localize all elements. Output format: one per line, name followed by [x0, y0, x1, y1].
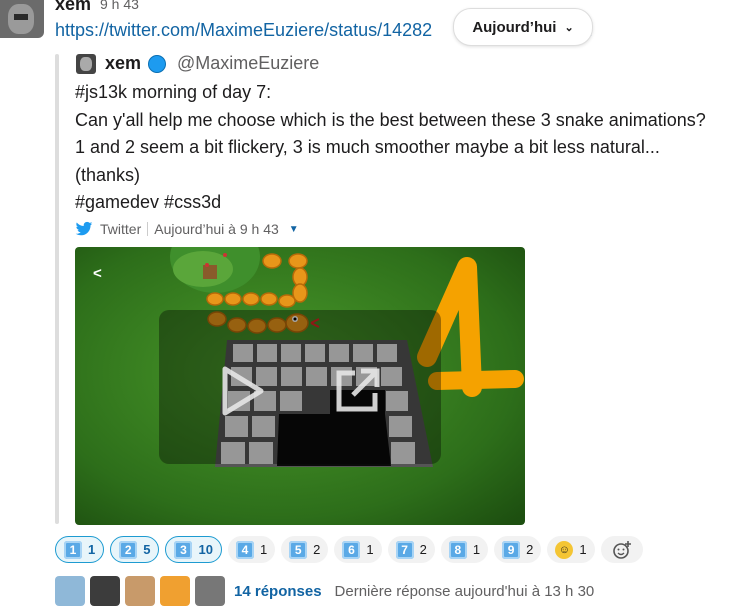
participant-avatar — [195, 576, 225, 606]
keycap-five-icon: 5 — [289, 540, 308, 559]
tweet-line: (thanks) — [75, 164, 141, 185]
reaction-count: 5 — [143, 542, 151, 557]
reaction-count: 2 — [526, 542, 534, 557]
tweet-line: #js13k morning of day 7: — [75, 82, 272, 102]
reaction-three[interactable]: 3 10 — [165, 536, 222, 563]
thread-summary[interactable]: 14 réponses Dernière réponse aujourd'hui… — [55, 576, 594, 606]
keycap-four-icon: 4 — [235, 540, 254, 559]
participant-avatar — [90, 576, 120, 606]
keycap-one-icon: 1 — [64, 540, 82, 559]
reaction-count: 1 — [472, 542, 481, 557]
caret-down-icon[interactable]: ▼ — [289, 224, 299, 235]
reaction-count: 2 — [313, 542, 321, 557]
keycap-nine-icon: 9 — [502, 540, 521, 559]
date-divider-button[interactable]: Aujourd’hui ⌄ — [453, 8, 593, 46]
source-divider — [147, 222, 149, 236]
tweet-author-avatar — [76, 54, 96, 74]
keycap-two-icon: 2 — [119, 540, 138, 559]
twitter-bird-icon — [75, 221, 93, 236]
keycap-six-icon: 6 — [342, 540, 361, 559]
message-time[interactable]: 9 h 43 — [100, 0, 139, 12]
reaction-six[interactable]: 61 — [334, 536, 382, 563]
tweet-line: #gamedev #css3d — [75, 192, 222, 212]
author-avatar[interactable] — [0, 0, 44, 38]
keycap-eight-icon: 8 — [448, 540, 467, 559]
video-frame — [75, 247, 525, 525]
add-reaction-button[interactable] — [600, 536, 643, 563]
reaction-count: 1 — [259, 542, 268, 557]
thread-replies-link[interactable]: 14 réponses — [234, 583, 322, 600]
tweet-line: Can y'all help me choose which is the be… — [75, 109, 706, 130]
video-preview[interactable]: < — [75, 247, 525, 525]
reaction-nine[interactable]: 92 — [494, 536, 542, 563]
rofl-icon: ☺ — [555, 540, 574, 559]
tweet-text: #js13k morning of day 7: Can y'all help … — [75, 79, 706, 217]
participant-avatar — [125, 576, 155, 606]
date-label: Aujourd’hui — [472, 18, 557, 36]
external-link-icon[interactable] — [333, 365, 383, 415]
tweet-timestamp[interactable]: Aujourd’hui à 9 h 43 — [154, 221, 279, 237]
play-icon[interactable] — [219, 365, 267, 417]
reaction-five[interactable]: 52 — [281, 536, 329, 563]
reaction-one[interactable]: 11 — [55, 536, 105, 563]
reaction-count: 1 — [366, 542, 374, 557]
tweet-line: 1 and 2 seem a bit flickery, 3 is much s… — [75, 137, 660, 157]
reaction-count: 10 — [198, 542, 213, 557]
participant-avatar — [160, 576, 190, 606]
back-icon[interactable]: < — [93, 265, 102, 282]
verified-badge-icon — [148, 55, 166, 73]
reaction-two[interactable]: 25 — [110, 536, 160, 563]
source-name[interactable]: Twitter — [100, 221, 141, 237]
add-emoji-icon — [612, 540, 631, 559]
reaction-count: 1 — [88, 542, 96, 557]
reaction-count: 2 — [419, 542, 427, 557]
keycap-three-icon: 3 — [174, 540, 193, 559]
reactions-bar: 11 25 3 10 41 52 61 72 81 92 ☺ 1 — [55, 536, 643, 563]
reaction-four[interactable]: 41 — [227, 536, 276, 563]
thread-last-reply: Dernière réponse aujourd'hui à 13 h 30 — [334, 582, 595, 600]
reaction-seven[interactable]: 72 — [387, 536, 435, 563]
chevron-down-icon: ⌄ — [564, 21, 574, 34]
author-name[interactable]: xem — [55, 0, 91, 15]
reaction-eight[interactable]: 81 — [440, 536, 489, 563]
tweet-author-name[interactable]: xem — [105, 53, 141, 74]
reaction-count: 1 — [579, 542, 587, 557]
participant-avatar — [55, 576, 85, 606]
reaction-rofl[interactable]: ☺ 1 — [547, 536, 595, 563]
tweet-source: Twitter Aujourd’hui à 9 h 43 ▼ — [75, 220, 299, 238]
keycap-seven-icon: 7 — [395, 540, 414, 559]
attachment-bar — [55, 54, 59, 524]
tweet-author-handle[interactable]: @MaximeEuziere — [177, 53, 319, 74]
